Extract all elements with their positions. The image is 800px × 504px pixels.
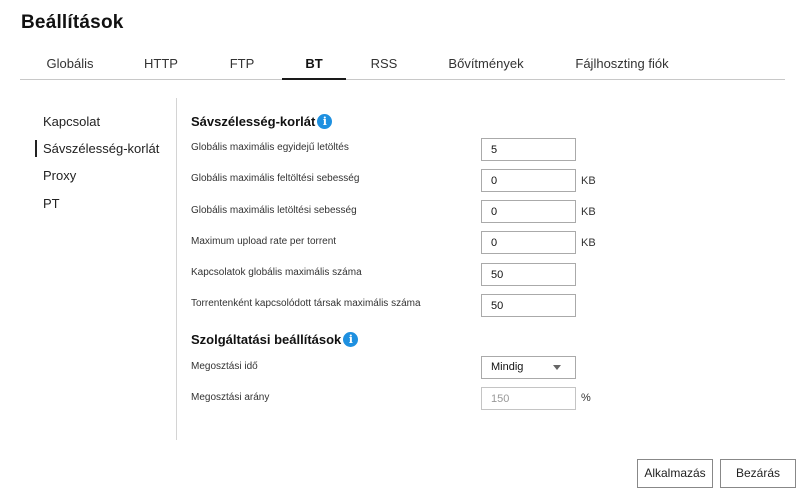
max-concurrent-downloads-label: Globális maximális egyidejű letöltés (191, 142, 349, 153)
sidebar-item-connection[interactable]: Kapcsolat (43, 114, 100, 129)
max-connections-input[interactable] (481, 263, 576, 286)
tab-http[interactable]: HTTP (135, 53, 187, 80)
share-time-label: Megosztási idő (191, 361, 258, 372)
service-section-title: Szolgáltatási beállítások i (191, 332, 359, 347)
tab-rss[interactable]: RSS (362, 53, 406, 80)
tab-filehosting-account[interactable]: Fájlhoszting fiók (565, 53, 679, 80)
max-download-speed-label: Globális maximális letöltési sebesség (191, 205, 357, 216)
info-icon[interactable]: i (317, 114, 333, 129)
tab-extensions[interactable]: Bővítmények (440, 53, 532, 80)
max-peers-per-torrent-label: Torrentenként kapcsolódott társak maximá… (191, 298, 421, 309)
max-concurrent-downloads-input[interactable] (481, 138, 576, 161)
max-upload-speed-label: Globális maximális feltöltési sebesség (191, 173, 360, 184)
max-upload-speed-unit: KB (581, 175, 596, 187)
upload-rate-per-torrent-label: Maximum upload rate per torrent (191, 236, 337, 247)
share-ratio-label: Megosztási arány (191, 392, 270, 403)
bandwidth-section-title: Sávszélesség-korlát i (191, 114, 333, 129)
share-ratio-unit: % (581, 392, 591, 404)
tab-ftp[interactable]: FTP (218, 53, 266, 80)
max-peers-per-torrent-input[interactable] (481, 294, 576, 317)
tab-bt[interactable]: BT (282, 53, 346, 80)
upload-rate-per-torrent-unit: KB (581, 237, 596, 249)
close-button[interactable]: Bezárás (720, 459, 796, 488)
tab-global[interactable]: Globális (37, 53, 103, 80)
panel-divider (176, 98, 177, 440)
sidebar-item-proxy[interactable]: Proxy (43, 168, 76, 183)
max-download-speed-input[interactable] (481, 200, 576, 223)
sidebar-item-pt[interactable]: PT (43, 196, 60, 211)
apply-button[interactable]: Alkalmazás (637, 459, 713, 488)
info-icon[interactable]: i (343, 332, 359, 347)
upload-rate-per-torrent-input[interactable] (481, 231, 576, 254)
sidebar-item-bandwidth-limit[interactable]: Sávszélesség-korlát (34, 140, 159, 157)
chevron-down-icon (553, 365, 561, 370)
tab-bar: Globális HTTP FTP BT RSS Bővítmények Fáj… (20, 53, 785, 80)
share-ratio-input (481, 387, 576, 410)
max-connections-label: Kapcsolatok globális maximális száma (191, 267, 362, 278)
max-download-speed-unit: KB (581, 206, 596, 218)
max-upload-speed-input[interactable] (481, 169, 576, 192)
dialog-title: Beállítások (21, 12, 124, 33)
share-time-select[interactable]: Mindig (481, 356, 576, 379)
